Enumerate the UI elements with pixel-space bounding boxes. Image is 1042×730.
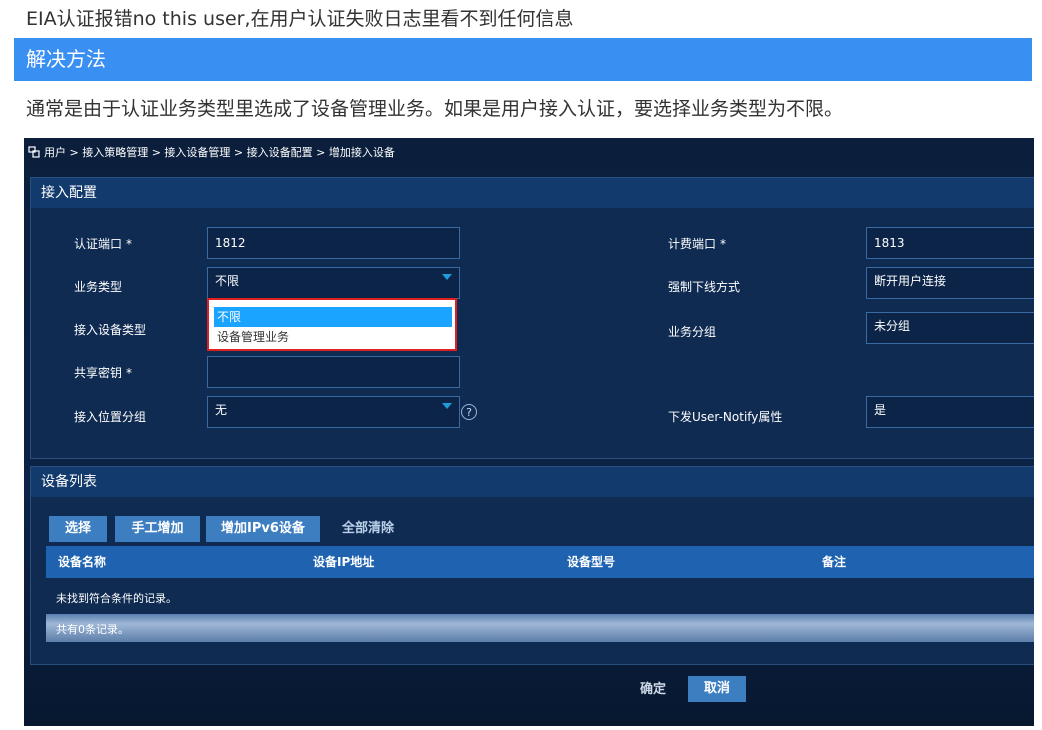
ok-button[interactable]: 确定 xyxy=(640,678,666,697)
service-type-label: 业务类型 xyxy=(74,280,123,294)
app-screenshot: 用户 > 接入策略管理 > 接入设备管理 > 接入设备配置 > 增加接入设备 接… xyxy=(24,138,1034,726)
acct-port-input[interactable]: 1813 xyxy=(866,227,1034,259)
notify-select[interactable]: 是 xyxy=(866,396,1034,428)
article-title: EIA认证报错no this user,在用户认证失败日志里看不到任何信息 xyxy=(26,8,574,30)
notify-label: 下发User-Notify属性 xyxy=(668,410,783,424)
dropdown-option-unlimited[interactable]: 不限 xyxy=(214,307,452,327)
dropdown-option-device-management[interactable]: 设备管理业务 xyxy=(214,327,452,347)
column-device-model[interactable]: 设备型号 xyxy=(567,546,615,578)
chevron-down-icon xyxy=(442,274,452,280)
section-banner: 解决方法 xyxy=(14,38,1032,81)
force-offline-label: 强制下线方式 xyxy=(668,280,741,294)
service-group-select[interactable]: 未分组 xyxy=(866,312,1034,344)
auth-port-input[interactable]: 1812 xyxy=(207,227,460,259)
device-type-label: 接入设备类型 xyxy=(74,323,147,337)
shared-key-input[interactable] xyxy=(207,356,460,388)
select-button[interactable]: 选择 xyxy=(49,516,107,542)
breadcrumb: 用户 > 接入策略管理 > 接入设备管理 > 接入设备配置 > 增加接入设备 xyxy=(28,144,395,160)
service-type-select[interactable]: 不限 xyxy=(207,267,460,299)
cancel-button[interactable]: 取消 xyxy=(688,676,746,702)
location-group-select[interactable]: 无 xyxy=(207,396,460,428)
add-ipv6-button[interactable]: 增加IPv6设备 xyxy=(206,516,320,542)
force-offline-select[interactable]: 断开用户连接 xyxy=(866,267,1034,299)
breadcrumb-text: 用户 > 接入策略管理 > 接入设备管理 > 接入设备配置 > 增加接入设备 xyxy=(44,146,395,159)
location-group-value: 无 xyxy=(215,403,228,417)
location-group-label: 接入位置分组 xyxy=(74,410,147,424)
clear-all-button[interactable]: 全部清除 xyxy=(342,516,394,542)
shared-key-label: 共享密钥 * xyxy=(74,366,133,380)
acct-port-label: 计费端口 * xyxy=(668,237,727,251)
service-type-value: 不限 xyxy=(215,274,240,288)
solution-paragraph: 通常是由于认证业务类型里选成了设备管理业务。如果是用户接入认证，要选择业务类型为… xyxy=(26,98,844,120)
panel-title-config: 接入配置 xyxy=(31,178,1034,208)
empty-message: 未找到符合条件的记录。 xyxy=(56,592,177,605)
chevron-down-icon xyxy=(442,403,452,409)
total-count: 共有0条记录。 xyxy=(56,623,129,636)
auth-port-label: 认证端口 * xyxy=(74,237,133,251)
column-device-ip[interactable]: 设备IP地址 xyxy=(313,546,374,578)
column-device-name[interactable]: 设备名称 xyxy=(58,546,106,578)
device-table-header: 设备名称 设备IP地址 设备型号 备注 xyxy=(46,546,1034,578)
service-group-label: 业务分组 xyxy=(668,325,717,339)
help-icon[interactable]: ? xyxy=(461,404,477,420)
table-footer: 共有0条记录。 xyxy=(46,614,1034,642)
panel-title-devices: 设备列表 xyxy=(31,467,1034,497)
column-remark[interactable]: 备注 xyxy=(822,546,846,578)
manual-add-button[interactable]: 手工增加 xyxy=(115,516,200,542)
users-icon xyxy=(28,146,40,158)
service-type-dropdown: 不限 设备管理业务 xyxy=(207,298,457,351)
